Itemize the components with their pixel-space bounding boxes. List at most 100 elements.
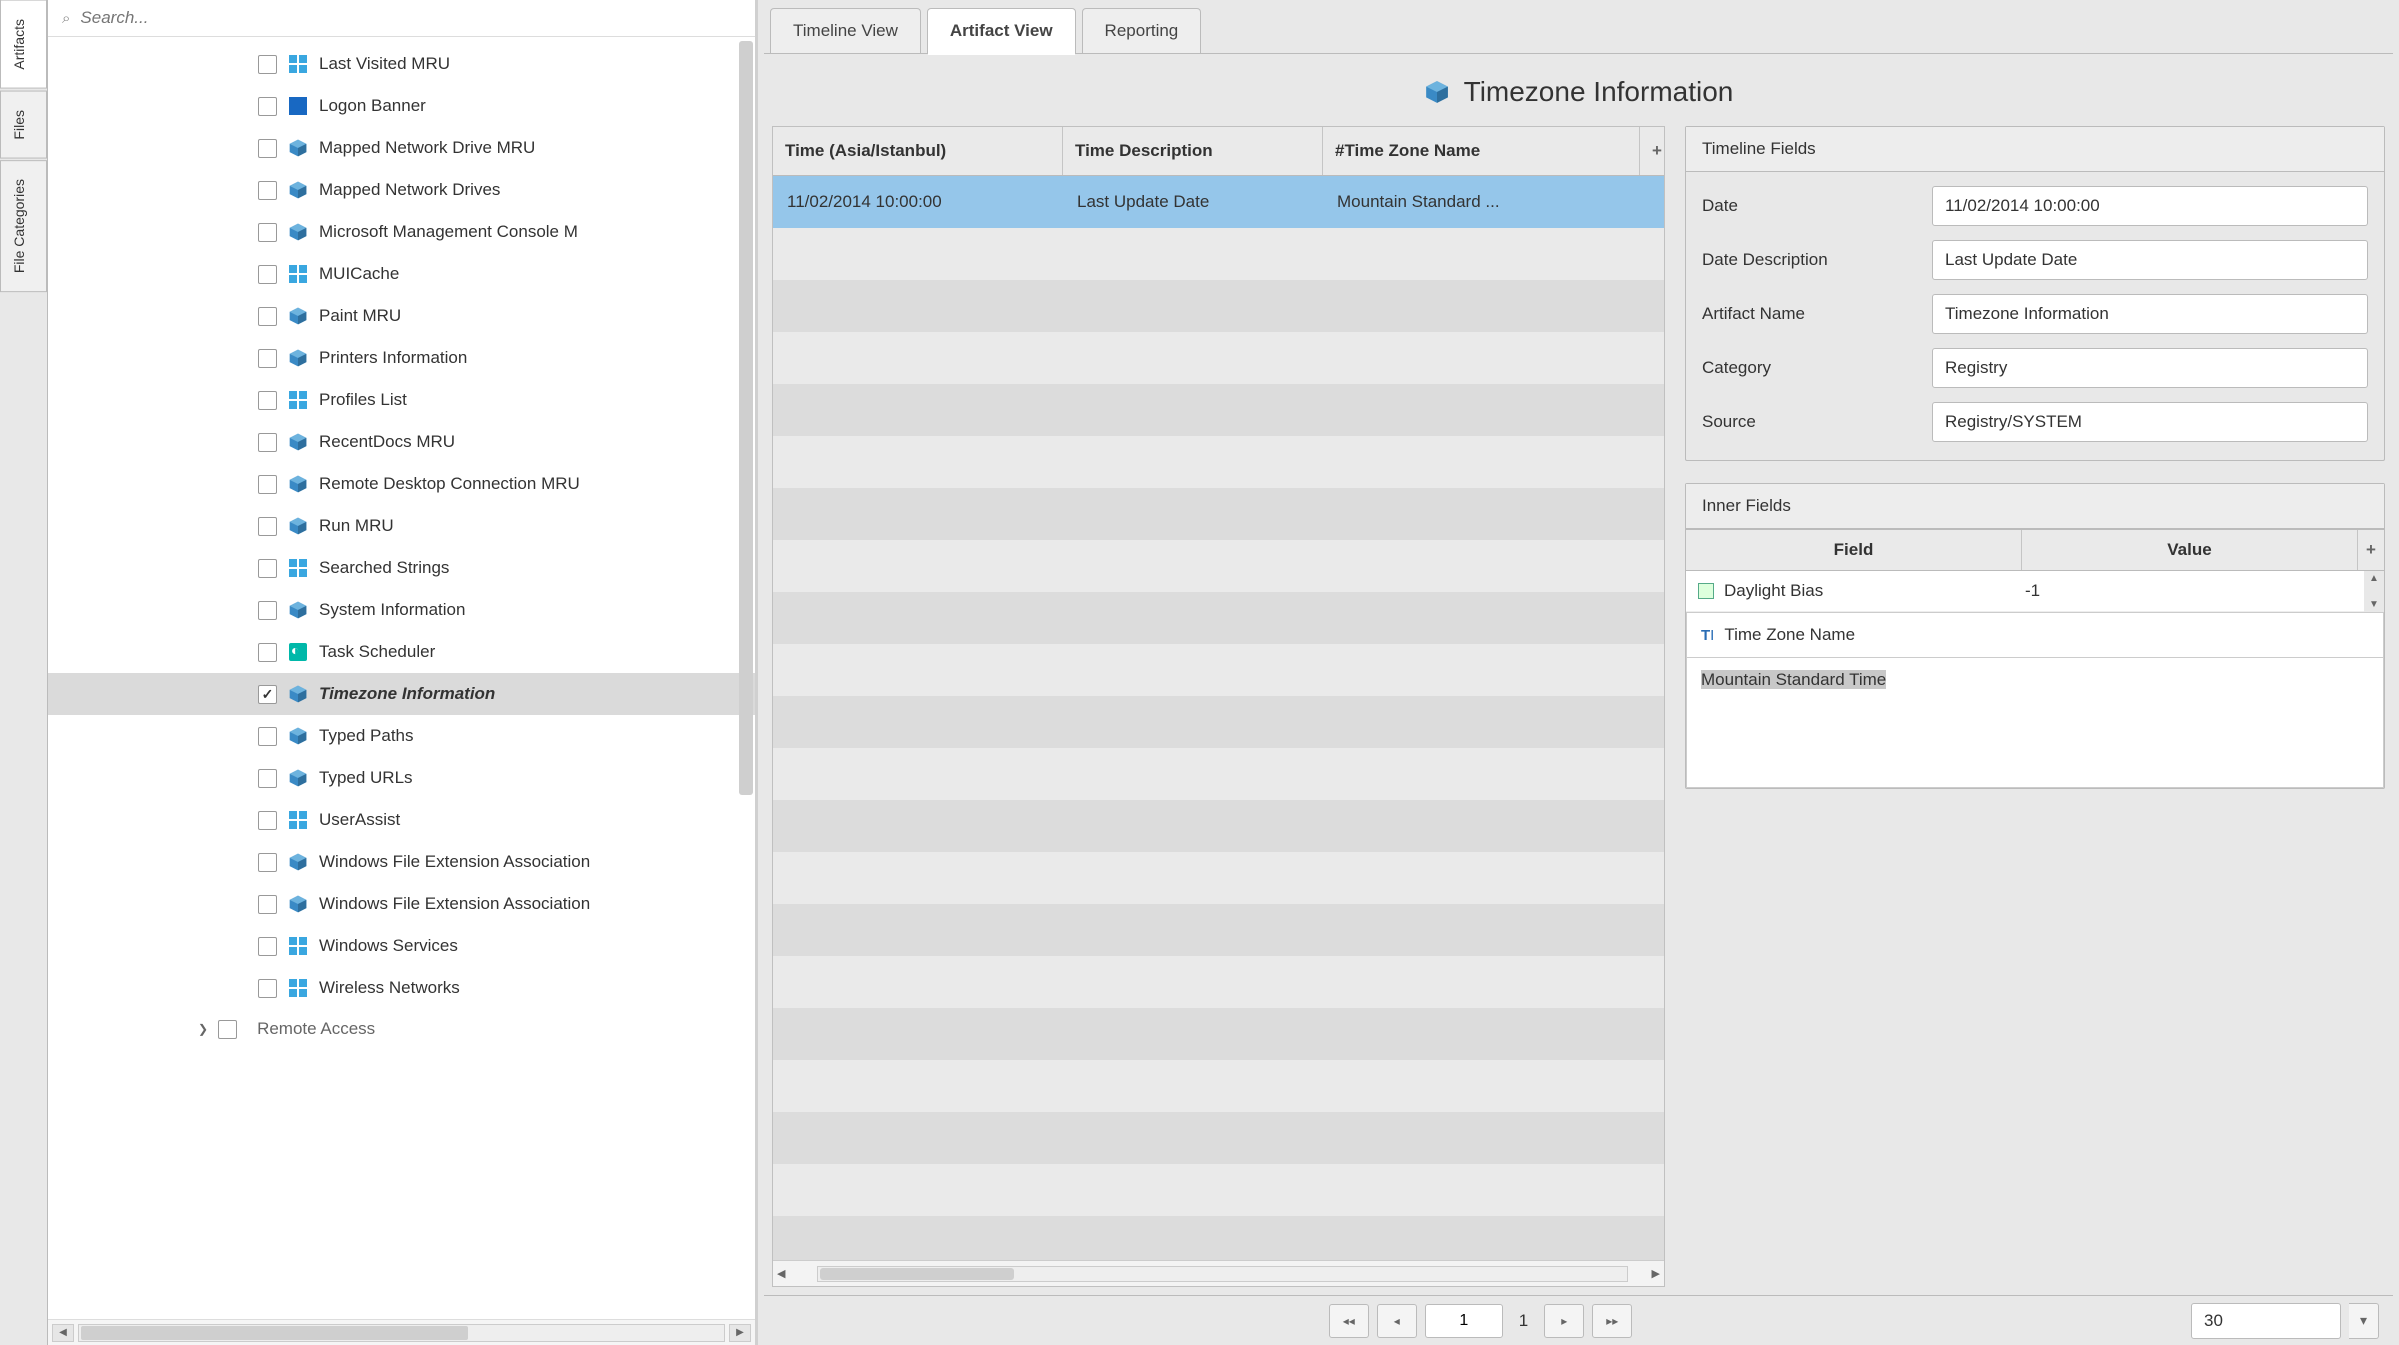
field-value[interactable]: Timezone Information: [1932, 294, 2368, 334]
checkbox[interactable]: [258, 307, 277, 326]
tree-item[interactable]: Windows File Extension Association: [48, 883, 755, 925]
tree-item[interactable]: UserAssist: [48, 799, 755, 841]
pager-page-input[interactable]: [1425, 1304, 1503, 1338]
tree-item[interactable]: Last Visited MRU: [48, 43, 755, 85]
checkbox[interactable]: [258, 181, 277, 200]
checkbox[interactable]: [258, 349, 277, 368]
tree-item[interactable]: Mapped Network Drives: [48, 169, 755, 211]
tree-item-label: Typed URLs: [319, 768, 413, 788]
search-input[interactable]: [80, 8, 741, 28]
checkbox[interactable]: [218, 1020, 237, 1039]
field-value[interactable]: Last Update Date: [1932, 240, 2368, 280]
side-tab-files[interactable]: Files: [0, 91, 47, 159]
checkbox[interactable]: [258, 97, 277, 116]
tree-item[interactable]: Task Scheduler: [48, 631, 755, 673]
checkbox[interactable]: [258, 853, 277, 872]
tree-item[interactable]: Profiles List: [48, 379, 755, 421]
tree-item[interactable]: Timezone Information: [48, 673, 755, 715]
tree-item[interactable]: Searched Strings: [48, 547, 755, 589]
checkbox[interactable]: [258, 643, 277, 662]
chevron-right-icon[interactable]: ❯: [198, 1022, 208, 1036]
tree-vscroll[interactable]: [737, 41, 753, 1341]
page-size-dropdown-icon[interactable]: ▾: [2349, 1303, 2379, 1339]
tree-item[interactable]: Printers Information: [48, 337, 755, 379]
artifact-icon: [287, 683, 309, 705]
checkbox[interactable]: [258, 139, 277, 158]
checkbox[interactable]: [258, 811, 277, 830]
checkbox[interactable]: [258, 433, 277, 452]
checkbox[interactable]: [258, 475, 277, 494]
pager-prev-button[interactable]: ◂: [1377, 1304, 1417, 1338]
tree-scroll[interactable]: Last Visited MRULogon Banner Mapped Netwo…: [48, 37, 755, 1319]
tree-item-label: Mapped Network Drive MRU: [319, 138, 535, 158]
pager-first-button[interactable]: ◂◂: [1329, 1304, 1369, 1338]
tree-item[interactable]: System Information: [48, 589, 755, 631]
tree-item[interactable]: Remote Desktop Connection MRU: [48, 463, 755, 505]
tree-item[interactable]: Typed URLs: [48, 757, 755, 799]
pager-last-button[interactable]: ▸▸: [1592, 1304, 1632, 1338]
tree-item[interactable]: Windows File Extension Association: [48, 841, 755, 883]
tab-timeline-view[interactable]: Timeline View: [770, 8, 921, 53]
inner-field-row[interactable]: Daylight Bias-1: [1686, 571, 2364, 612]
checkbox[interactable]: [258, 727, 277, 746]
tree-item-label: Searched Strings: [319, 558, 449, 578]
col-time[interactable]: Time (Asia/Istanbul): [773, 127, 1063, 175]
inner-col-value[interactable]: Value: [2022, 530, 2358, 570]
checkbox[interactable]: [258, 685, 277, 704]
checkbox[interactable]: [258, 517, 277, 536]
checkbox[interactable]: [258, 979, 277, 998]
checkbox[interactable]: [258, 895, 277, 914]
field-row: Artifact NameTimezone Information: [1702, 294, 2368, 334]
field-row: SourceRegistry/SYSTEM: [1702, 402, 2368, 442]
checkbox[interactable]: [258, 265, 277, 284]
tree-item[interactable]: Mapped Network Drive MRU: [48, 127, 755, 169]
time-zone-name-row[interactable]: TI Time Zone Name: [1686, 612, 2384, 658]
hscroll-left-icon[interactable]: ◀: [52, 1324, 74, 1342]
tree-item-label: Windows File Extension Association: [319, 894, 590, 914]
tree-item[interactable]: Run MRU: [48, 505, 755, 547]
tree-hscroll[interactable]: ◀ ▶: [48, 1319, 755, 1345]
checkbox[interactable]: [258, 391, 277, 410]
checkbox[interactable]: [258, 937, 277, 956]
tree-item[interactable]: Wireless Networks: [48, 967, 755, 1009]
table-row-empty: [773, 592, 1664, 644]
tree-item[interactable]: RecentDocs MRU: [48, 421, 755, 463]
tree-item[interactable]: Typed Paths: [48, 715, 755, 757]
table-row-empty: [773, 540, 1664, 592]
tree-item[interactable]: Logon Banner: [48, 85, 755, 127]
field-value[interactable]: Registry/SYSTEM: [1932, 402, 2368, 442]
tab-reporting[interactable]: Reporting: [1082, 8, 1202, 53]
table-row[interactable]: 11/02/2014 10:00:00Last Update DateMount…: [773, 176, 1664, 228]
table-row-empty: [773, 1216, 1664, 1260]
checkbox[interactable]: [258, 559, 277, 578]
table-hscroll[interactable]: ◀ ▶: [773, 1260, 1664, 1286]
tree-item[interactable]: Windows Services: [48, 925, 755, 967]
pager-next-button[interactable]: ▸: [1544, 1304, 1584, 1338]
tree-item-label: Remote Access: [257, 1019, 375, 1039]
col-add-icon[interactable]: +: [1640, 127, 1664, 175]
hscroll-right-icon[interactable]: ▶: [729, 1324, 751, 1342]
time-zone-name-label: Time Zone Name: [1724, 625, 1855, 645]
tree-item[interactable]: Microsoft Management Console M: [48, 211, 755, 253]
side-tab-artifacts[interactable]: Artifacts: [0, 0, 47, 89]
side-tab-file-categories[interactable]: File Categories: [0, 160, 47, 292]
field-value[interactable]: Registry: [1932, 348, 2368, 388]
inner-col-field[interactable]: Field: [1686, 530, 2022, 570]
checkbox[interactable]: [258, 601, 277, 620]
tree-item[interactable]: Paint MRU: [48, 295, 755, 337]
tree-item[interactable]: MUICache: [48, 253, 755, 295]
field-value[interactable]: 11/02/2014 10:00:00: [1932, 186, 2368, 226]
tab-artifact-view[interactable]: Artifact View: [927, 8, 1076, 53]
inner-vscroll[interactable]: ▲▼: [2364, 571, 2384, 612]
page-size-select[interactable]: 30: [2191, 1303, 2341, 1339]
table-row-empty: [773, 1164, 1664, 1216]
checkbox[interactable]: [258, 769, 277, 788]
tree-item-collapsed[interactable]: ❯ Remote Access: [48, 1009, 755, 1049]
col-time-description[interactable]: Time Description: [1063, 127, 1323, 175]
inner-col-add-icon[interactable]: +: [2358, 530, 2384, 570]
checkbox[interactable]: [258, 223, 277, 242]
artifact-icon: [287, 893, 309, 915]
col-time-zone-name[interactable]: #Time Zone Name: [1323, 127, 1640, 175]
checkbox[interactable]: [258, 55, 277, 74]
time-zone-name-value[interactable]: Mountain Standard Time: [1701, 670, 1886, 689]
